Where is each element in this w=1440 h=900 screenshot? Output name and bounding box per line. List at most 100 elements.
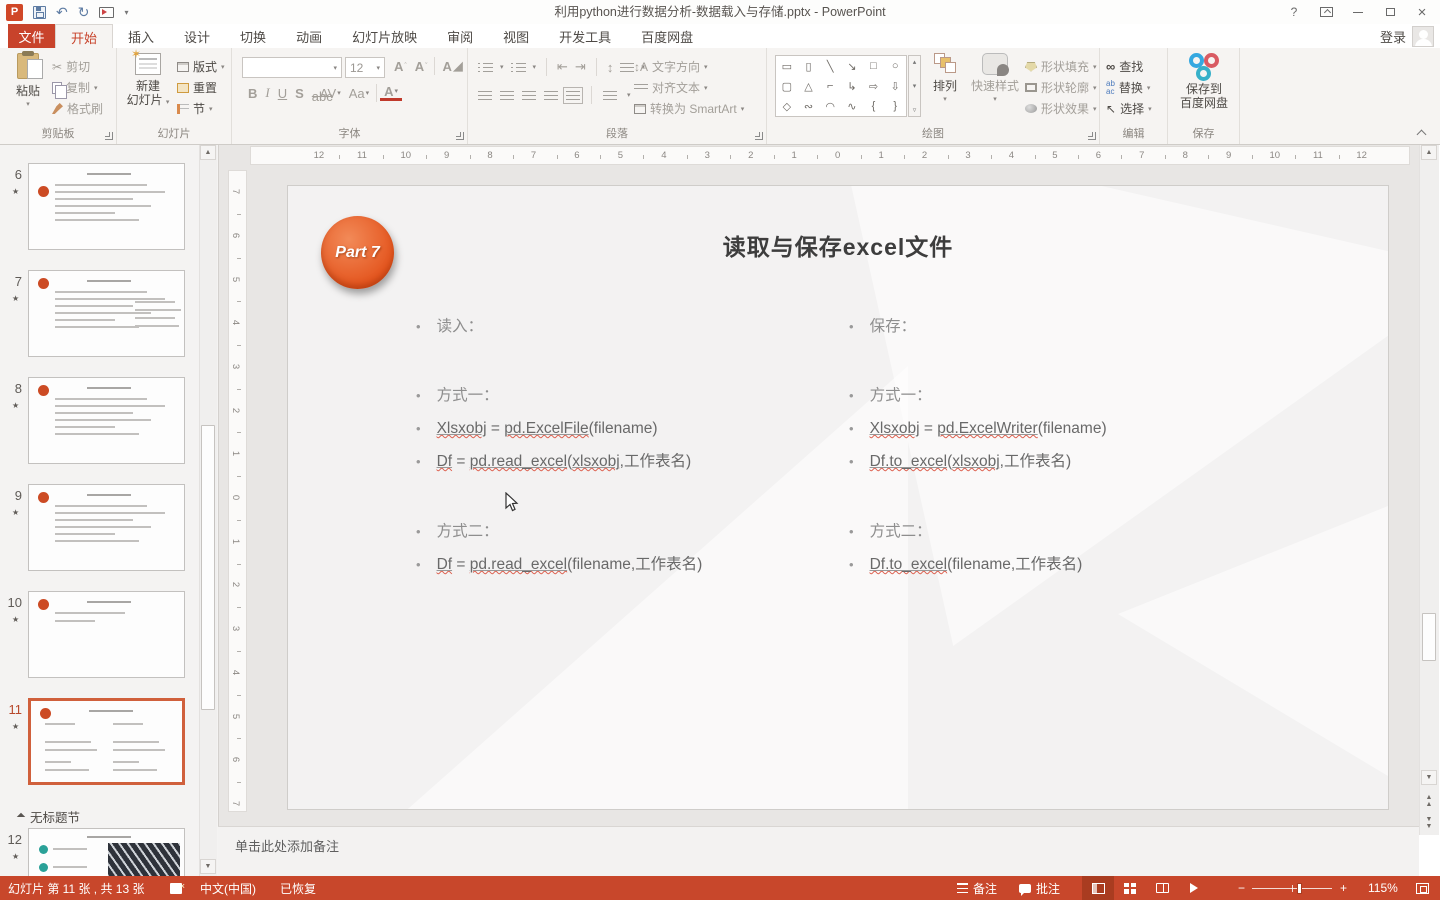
section-collapse-icon[interactable] <box>16 812 26 821</box>
slideshow-view-button[interactable] <box>1178 876 1210 900</box>
shape-glyph-2[interactable]: ╲ <box>827 60 834 73</box>
align-text-button[interactable]: 对齐文本 ▾ <box>634 77 744 98</box>
slide-text-left[interactable]: • 读入： • 方式一： • Xlsxobj = pd.ExcelFile(filenam… <box>416 310 766 581</box>
help-button[interactable]: ? <box>1280 2 1308 22</box>
horizontal-ruler[interactable]: 12 11 10 9 8 7 6 5 4 3 2 1 0 1 2 3 4 5 6 7 8 9 10 11 12 <box>250 146 1410 165</box>
slide-thumbnail-7[interactable] <box>28 270 185 357</box>
text-direction-button[interactable]: ↕A 文字方向 ▾ <box>634 56 744 77</box>
shape-glyph-5[interactable]: ○ <box>892 60 899 72</box>
close-button[interactable]: × <box>1408 2 1436 22</box>
tab-设计[interactable]: 设计 <box>169 24 225 49</box>
section-button[interactable]: 节 ▾ <box>177 98 225 119</box>
animation-star-icon[interactable]: ★ <box>12 294 19 303</box>
bullets-icon[interactable] <box>478 61 493 73</box>
save-to-baidu-button[interactable]: 保存到 百度网盘 <box>1176 53 1232 110</box>
slide-scrollbar-thumb[interactable] <box>1422 613 1436 661</box>
section-header[interactable]: 无标题节 <box>16 807 80 826</box>
tab-审阅[interactable]: 审阅 <box>432 24 488 49</box>
notes-pane[interactable]: 单击此处添加备注 <box>218 826 1419 876</box>
shape-glyph-4[interactable]: □ <box>870 60 877 72</box>
align-center-icon[interactable] <box>500 89 514 101</box>
shapes-more-icon[interactable]: ▿ <box>913 106 917 114</box>
line-spacing-icon[interactable]: ↕ <box>607 60 614 75</box>
shape-glyph-11[interactable]: ⇩ <box>891 80 900 93</box>
animation-star-icon[interactable]: ★ <box>12 187 19 196</box>
tab-幻灯片放映[interactable]: 幻灯片放映 <box>337 24 432 49</box>
tab-开始[interactable]: 开始 <box>55 24 114 49</box>
font-dialog-launcher[interactable] <box>456 132 464 140</box>
shape-glyph-15[interactable]: ∿ <box>847 100 856 113</box>
shape-glyph-3[interactable]: ↘ <box>847 60 856 73</box>
shape-glyph-10[interactable]: ⇨ <box>869 80 878 93</box>
thumb-scroll-down-icon[interactable]: ▼ <box>200 859 216 874</box>
tab-切换[interactable]: 切换 <box>225 24 281 49</box>
shapes-scroll-up-icon[interactable]: ▴ <box>913 58 917 66</box>
font-size-combo[interactable]: 12 ▾ <box>345 57 385 78</box>
slide-thumbnail-9[interactable] <box>28 484 185 571</box>
animation-star-icon[interactable]: ★ <box>12 508 19 517</box>
underline-button[interactable]: U <box>274 86 291 101</box>
shape-glyph-7[interactable]: △ <box>804 80 812 93</box>
italic-button[interactable]: I <box>261 85 273 101</box>
shape-glyph-8[interactable]: ⌐ <box>827 80 833 92</box>
shape-glyph-16[interactable]: { <box>872 100 876 112</box>
notes-placeholder[interactable]: 单击此处添加备注 <box>235 836 339 855</box>
slide-thumbnail-11[interactable] <box>28 698 185 785</box>
font-name-combo[interactable]: ▾ <box>242 57 342 78</box>
animation-star-icon[interactable]: ★ <box>12 401 19 410</box>
slide-thumbnail-8[interactable] <box>28 377 185 464</box>
slide-scrollbar[interactable]: ▲ ▼ ▲ ▲ ▼ ▼ <box>1419 145 1439 835</box>
tab-视图[interactable]: 视图 <box>488 24 544 49</box>
arrange-button[interactable]: 排列 ▾ <box>925 53 965 107</box>
language-indicator[interactable]: 中文(中国) <box>200 876 256 900</box>
tab-动画[interactable]: 动画 <box>281 24 337 49</box>
slide-canvas[interactable]: Part 7 读取与保存excel文件 • 读入： • 方式一： • Xlsxobj = … <box>287 185 1389 810</box>
shape-effects-button[interactable]: 形状效果 ▾ <box>1025 98 1097 119</box>
shape-glyph-14[interactable]: ◠ <box>825 100 835 113</box>
restore-button[interactable] <box>1376 2 1404 22</box>
spell-check-icon[interactable] <box>170 876 185 900</box>
minimize-button[interactable] <box>1344 2 1372 22</box>
distribute-icon[interactable] <box>563 86 583 104</box>
increase-indent-icon[interactable]: ⇥ <box>575 59 586 75</box>
shape-glyph-6[interactable]: ▢ <box>782 80 792 93</box>
reading-view-button[interactable] <box>1146 876 1178 900</box>
cut-button[interactable]: ✂ 剪切 <box>52 56 103 77</box>
zoom-percentage[interactable]: 115% <box>1368 876 1398 900</box>
thumbnail-scrollbar-thumb[interactable] <box>201 425 215 710</box>
slide-title[interactable]: 读取与保存excel文件 <box>288 228 1388 262</box>
layout-button[interactable]: 版式 ▾ <box>177 56 225 77</box>
thumbnail-scrollbar[interactable]: ▲ ▼ <box>199 145 217 876</box>
numbering-icon[interactable] <box>510 61 526 73</box>
grow-font-button[interactable]: Aˆ <box>390 59 411 74</box>
shape-glyph-0[interactable]: ▭ <box>782 60 792 73</box>
shape-outline-button[interactable]: 形状轮廓 ▾ <box>1025 77 1097 98</box>
copy-button[interactable]: 复制 ▾ <box>52 77 103 99</box>
select-button[interactable]: ↖ 选择 ▾ <box>1106 98 1152 119</box>
zoom-in-button[interactable]: + <box>1340 876 1347 900</box>
paste-button[interactable]: 粘贴 ▾ <box>7 51 49 112</box>
notes-toggle-button[interactable]: 备注 <box>957 876 997 900</box>
animation-star-icon[interactable]: ★ <box>12 615 19 624</box>
reset-button[interactable]: 重置 <box>177 77 225 98</box>
find-button[interactable]: ∞ 查找 <box>1106 56 1152 77</box>
animation-star-icon[interactable]: ★ <box>12 852 19 861</box>
collapse-ribbon-button[interactable] <box>1416 128 1428 138</box>
sign-in-link[interactable]: 登录 <box>1380 24 1406 48</box>
paragraph-dialog-launcher[interactable] <box>755 132 763 140</box>
shape-glyph-12[interactable]: ◇ <box>783 100 791 113</box>
clipboard-dialog-launcher[interactable] <box>105 132 113 140</box>
zoom-slider-thumb[interactable] <box>1296 882 1302 894</box>
format-painter-button[interactable]: 格式刷 <box>52 98 103 119</box>
slide-sorter-view-button[interactable] <box>1114 876 1146 900</box>
decrease-indent-icon[interactable]: ⇤ <box>557 59 568 75</box>
shape-glyph-9[interactable]: ↳ <box>847 80 856 93</box>
account-avatar[interactable] <box>1412 26 1434 47</box>
clear-formatting-button[interactable]: A ◢ <box>438 58 466 74</box>
fit-to-window-button[interactable] <box>1416 876 1429 900</box>
tab-file[interactable]: 文件 <box>8 24 55 48</box>
convert-smartart-button[interactable]: 转换为 SmartArt ▾ <box>634 98 744 119</box>
replace-button[interactable]: ab ac 替换 ▾ <box>1106 77 1152 98</box>
shape-fill-button[interactable]: 形状填充 ▾ <box>1025 56 1097 77</box>
tab-插入[interactable]: 插入 <box>113 24 169 49</box>
